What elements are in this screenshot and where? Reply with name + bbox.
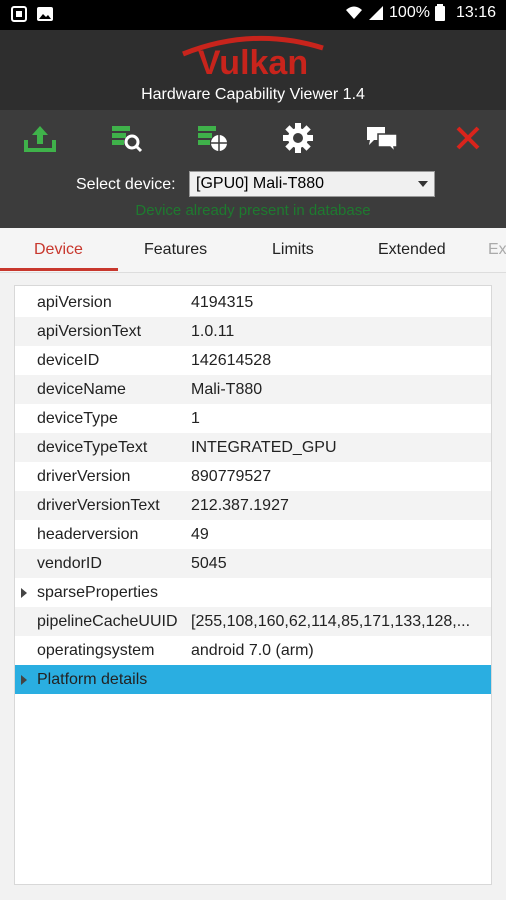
database-status: Device already present in database bbox=[135, 202, 371, 219]
table-row[interactable]: driverVersionText 212.387.1927 bbox=[15, 491, 491, 520]
tab-bar: Device Features Limits Extended Ex bbox=[0, 228, 506, 273]
table-row[interactable]: deviceName Mali-T880 bbox=[15, 375, 491, 404]
signal-icon bbox=[367, 4, 385, 22]
upload-icon bbox=[24, 126, 56, 152]
app-title: Hardware Capability Viewer 1.4 bbox=[141, 86, 365, 103]
wifi-icon bbox=[345, 4, 363, 22]
device-select[interactable]: [GPU0] Mali-T880 bbox=[189, 171, 435, 197]
expand-arrow-icon bbox=[21, 588, 27, 598]
gear-icon bbox=[283, 123, 313, 153]
database-web-button[interactable] bbox=[192, 118, 232, 158]
close-button[interactable] bbox=[448, 118, 488, 158]
table-row[interactable]: operatingsystem android 7.0 (arm) bbox=[15, 636, 491, 665]
table-row[interactable]: deviceID 142614528 bbox=[15, 346, 491, 375]
tab-extended[interactable]: Extended bbox=[378, 241, 446, 259]
table-row[interactable]: driverVersion 890779527 bbox=[15, 462, 491, 491]
clock: 13:16 bbox=[455, 4, 496, 21]
device-select-value: [GPU0] Mali-T880 bbox=[196, 175, 325, 192]
active-tab-indicator bbox=[0, 268, 118, 271]
gallery-icon bbox=[36, 5, 54, 23]
expand-arrow-icon bbox=[21, 675, 27, 685]
table-row[interactable]: pipelineCacheUUID [255,108,160,62,114,85,… bbox=[15, 607, 491, 636]
search-database-button[interactable] bbox=[106, 118, 146, 158]
dropdown-caret-icon bbox=[418, 181, 428, 187]
close-icon bbox=[456, 126, 480, 150]
chat-button[interactable] bbox=[362, 118, 402, 158]
table-row[interactable]: deviceTypeText INTEGRATED_GPU bbox=[15, 433, 491, 462]
chat-icon bbox=[367, 127, 398, 154]
tab-device[interactable]: Device bbox=[34, 241, 83, 259]
status-bar: 100% 13:16 bbox=[0, 0, 506, 30]
upload-button[interactable] bbox=[20, 118, 60, 158]
battery-percent: 100% bbox=[389, 4, 430, 21]
select-device-label: Select device: bbox=[76, 176, 176, 193]
database-web-icon bbox=[198, 126, 227, 151]
settings-button[interactable] bbox=[278, 118, 318, 158]
expandable-row-platform-details[interactable]: Platform details bbox=[15, 665, 491, 694]
table-row[interactable]: vendorID 5045 bbox=[15, 549, 491, 578]
table-row[interactable]: headerversion 49 bbox=[15, 520, 491, 549]
logo-text: Vulkan bbox=[198, 44, 308, 82]
search-database-icon bbox=[112, 126, 143, 153]
toolbar bbox=[0, 110, 506, 166]
table-row[interactable]: apiVersion 4194315 bbox=[15, 288, 491, 317]
table-row[interactable]: apiVersionText 1.0.11 bbox=[15, 317, 491, 346]
table-row[interactable]: deviceType 1 bbox=[15, 404, 491, 433]
tab-features[interactable]: Features bbox=[144, 241, 207, 259]
tab-limits[interactable]: Limits bbox=[272, 241, 314, 259]
screenshot-icon bbox=[10, 5, 28, 23]
tab-ex-partial[interactable]: Ex bbox=[488, 241, 506, 259]
device-properties-panel: apiVersion 4194315 apiVersionText 1.0.11 d… bbox=[14, 285, 492, 885]
vulkan-logo: Vulkan bbox=[0, 34, 506, 89]
expandable-row-sparse-properties[interactable]: sparseProperties bbox=[15, 578, 491, 607]
battery-icon bbox=[434, 4, 452, 22]
app-header: Vulkan Hardware Capability Viewer 1.4 bbox=[0, 30, 506, 110]
